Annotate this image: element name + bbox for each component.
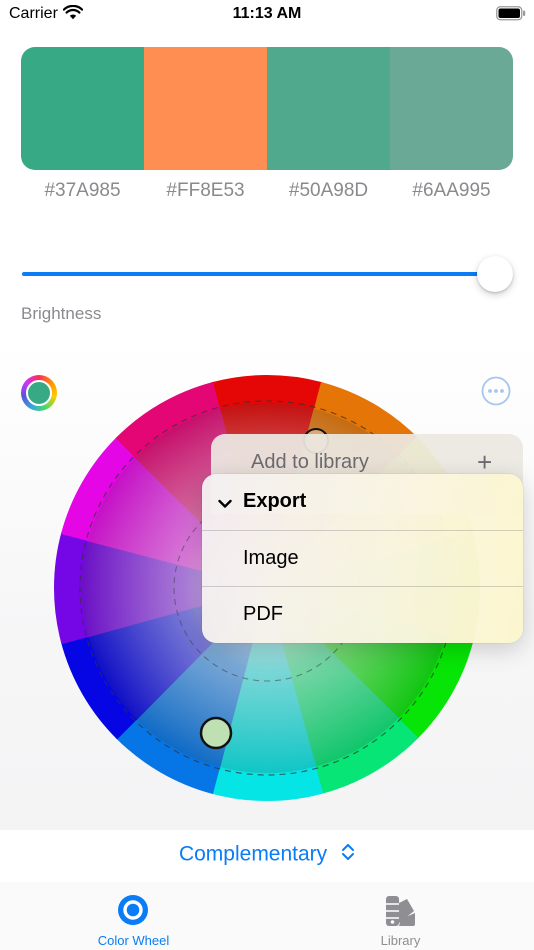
color-wheel-icon xyxy=(117,894,149,926)
current-color-dot xyxy=(26,380,52,406)
swatch-1[interactable] xyxy=(21,47,144,170)
swatchbook-icon xyxy=(384,894,416,926)
tab-library-label: Library xyxy=(380,933,421,948)
export-label: Export xyxy=(243,490,307,512)
menu-item-pdf[interactable]: PDF xyxy=(202,586,523,643)
image-label: Image xyxy=(243,547,299,569)
hex-code-3: #50A98D xyxy=(288,180,369,201)
hex-code-2: #FF8E53 xyxy=(166,180,245,201)
tab-bar: Color Wheel Library xyxy=(0,882,534,950)
swatch-3[interactable] xyxy=(267,47,390,170)
tab-color-wheel-label: Color Wheel xyxy=(97,933,170,948)
menu-item-image[interactable]: Image xyxy=(202,530,523,587)
tab-library[interactable]: Library xyxy=(267,882,534,950)
export-menu: Export Image PDF xyxy=(202,474,523,643)
brightness-slider-track[interactable] xyxy=(22,272,494,276)
more-icon[interactable] xyxy=(480,375,512,407)
wheel-handle-primary[interactable] xyxy=(199,716,233,750)
chevron-down-icon xyxy=(218,496,232,514)
color-ring-icon[interactable] xyxy=(21,375,57,411)
swatch-4[interactable] xyxy=(390,47,513,170)
battery-icon xyxy=(496,6,526,26)
harmony-picker[interactable]: Complementary xyxy=(0,842,534,868)
hex-code-4: #6AA995 xyxy=(412,180,491,201)
menu-section-export[interactable]: Export xyxy=(202,474,523,530)
brightness-label: Brightness xyxy=(21,304,102,323)
status-bar: Carrier 11:13 AM xyxy=(0,0,534,30)
harmony-label: Complementary xyxy=(178,842,328,866)
palette-swatches xyxy=(21,47,513,170)
pdf-label: PDF xyxy=(243,603,283,625)
plus-icon: + xyxy=(477,447,493,477)
brightness-slider-thumb[interactable] xyxy=(477,256,513,292)
add-to-library-label: Add to library xyxy=(251,451,369,473)
status-time: 11:13 AM xyxy=(232,5,302,22)
swatch-2[interactable] xyxy=(144,47,267,170)
tab-color-wheel[interactable]: Color Wheel xyxy=(0,882,267,950)
chevron-up-down-icon xyxy=(341,842,355,868)
hex-codes: #37A985 #FF8E53 #50A98D #6AA995 xyxy=(21,180,513,202)
hex-code-1: #37A985 xyxy=(44,180,121,201)
